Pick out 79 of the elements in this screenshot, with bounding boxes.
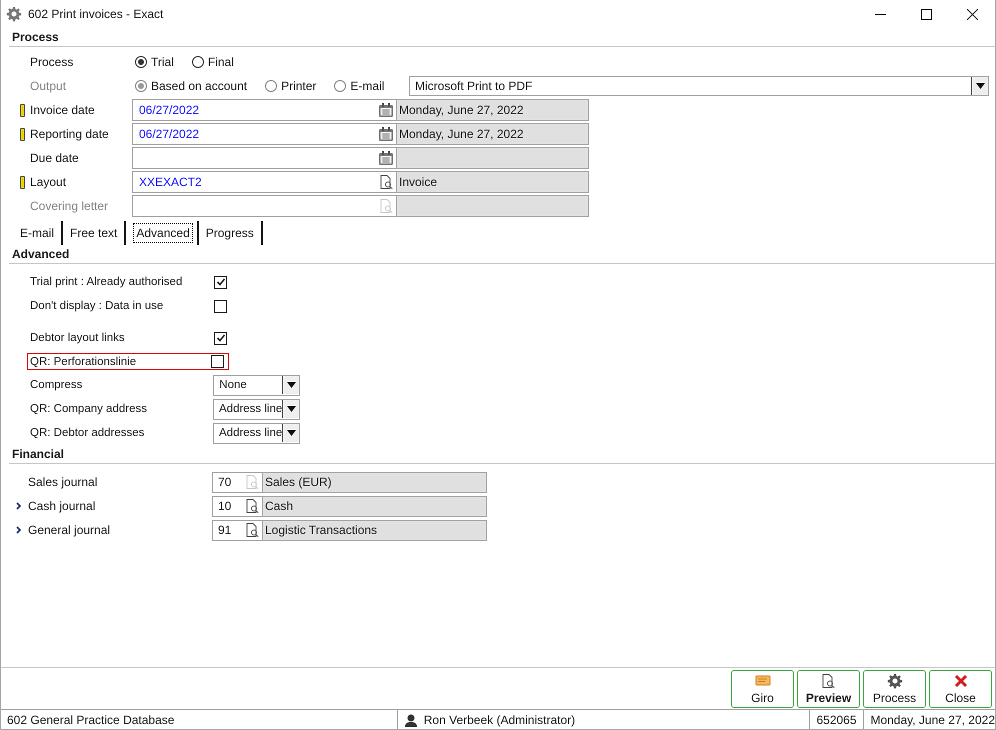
calendar-icon[interactable] [378, 102, 394, 118]
tab[interactable]: E-mail [17, 223, 58, 243]
dropdown[interactable]: Address line [213, 422, 300, 444]
description-field: Monday, June 27, 2022 [396, 123, 589, 145]
input-field[interactable]: 70 [212, 472, 263, 492]
tab[interactable]: Progress [202, 223, 257, 243]
chevron-icon[interactable] [16, 502, 22, 510]
dropdown-arrow-icon[interactable] [286, 430, 296, 436]
checkbox[interactable] [211, 355, 224, 368]
section-header: Process [9, 30, 995, 47]
dropdown-arrow-icon[interactable] [976, 83, 984, 89]
option-label: Compress [30, 379, 84, 391]
option-label: QR: Debtor addresses [30, 427, 146, 439]
action-button[interactable]: Giro [731, 670, 794, 708]
lookup-icon[interactable] [244, 498, 260, 514]
input-field[interactable]: 06/27/2022 [132, 99, 397, 121]
dropdown[interactable]: None [213, 374, 300, 396]
field-label: Reporting date [30, 127, 110, 141]
input-field[interactable]: 10 [212, 496, 263, 516]
close-icon [966, 8, 978, 20]
status-cell-text: Monday, June 27, 2022 [869, 712, 995, 728]
checkbox[interactable] [214, 332, 227, 344]
option-label: Don't display : Data in use [30, 300, 164, 312]
gear-icon [6, 6, 22, 22]
option-label: Trial print : Already authorised [30, 276, 184, 288]
description-field: Logistic Transactions [262, 520, 487, 540]
description-field: Cash [262, 496, 487, 516]
radio-circle[interactable] [135, 56, 147, 68]
description-field: Monday, June 27, 2022 [396, 99, 589, 121]
status-user: Ron Verbeek (Administrator) [424, 712, 576, 726]
status-cell: 602 General Practice Database [1, 710, 398, 729]
input-field[interactable] [132, 147, 397, 169]
input-field[interactable]: 91 [212, 520, 263, 540]
tab[interactable]: Free text [67, 223, 120, 243]
input-field[interactable] [132, 195, 397, 217]
radio-circle[interactable] [192, 56, 204, 68]
lookup-icon[interactable] [244, 522, 260, 538]
calendar-icon[interactable] [378, 126, 394, 142]
section-header: Advanced [9, 247, 995, 264]
calendar-icon[interactable] [378, 150, 394, 166]
chevron-icon[interactable] [16, 526, 22, 534]
checkbox[interactable] [214, 300, 227, 312]
field-label: Cash journal [28, 499, 96, 513]
field-label: General journal [28, 523, 112, 537]
lookup-icon [378, 198, 394, 214]
close-button[interactable]: Close [929, 670, 992, 708]
field-label: Output [30, 79, 68, 93]
lookup-icon [244, 474, 260, 490]
description-field: Invoice [396, 171, 589, 193]
section-header: Financial [9, 447, 995, 464]
window-title: 602 Print invoices - Exact [28, 7, 164, 21]
field-label: Process [30, 55, 74, 69]
maximize-icon [920, 8, 932, 20]
gear-icon [886, 673, 902, 689]
lookup-icon[interactable] [820, 673, 836, 689]
tab[interactable]: Advanced [133, 223, 193, 243]
field-label: Covering letter [30, 199, 110, 213]
option-label: QR: Company address [30, 403, 148, 415]
close-icon [952, 673, 968, 689]
action-button[interactable]: Process [863, 670, 926, 708]
option-label: QR: Perforationslinie [30, 356, 138, 368]
checkbox[interactable] [214, 276, 227, 288]
dropdown[interactable]: Address line [213, 398, 300, 420]
field-label: Sales journal [28, 475, 98, 489]
status-cell: 652065 [810, 710, 864, 729]
description-field: Sales (EUR) [262, 472, 487, 492]
input-field[interactable]: XXEXACT2 [132, 171, 397, 193]
action-button[interactable]: Preview [797, 670, 860, 708]
lookup-icon[interactable] [378, 174, 394, 190]
user-icon [404, 712, 418, 726]
radio-button[interactable]: Trial [135, 55, 174, 69]
field-label: Invoice date [30, 103, 96, 117]
field-label: Due date [30, 151, 80, 165]
option-label: Debtor layout links [30, 332, 126, 344]
input-field[interactable]: 06/27/2022 [132, 123, 397, 145]
dropdown-arrow-icon[interactable] [286, 382, 296, 388]
field-label: Layout [30, 175, 68, 189]
dropdown-arrow-icon[interactable] [286, 406, 296, 412]
radio-button[interactable]: Final [192, 55, 234, 69]
